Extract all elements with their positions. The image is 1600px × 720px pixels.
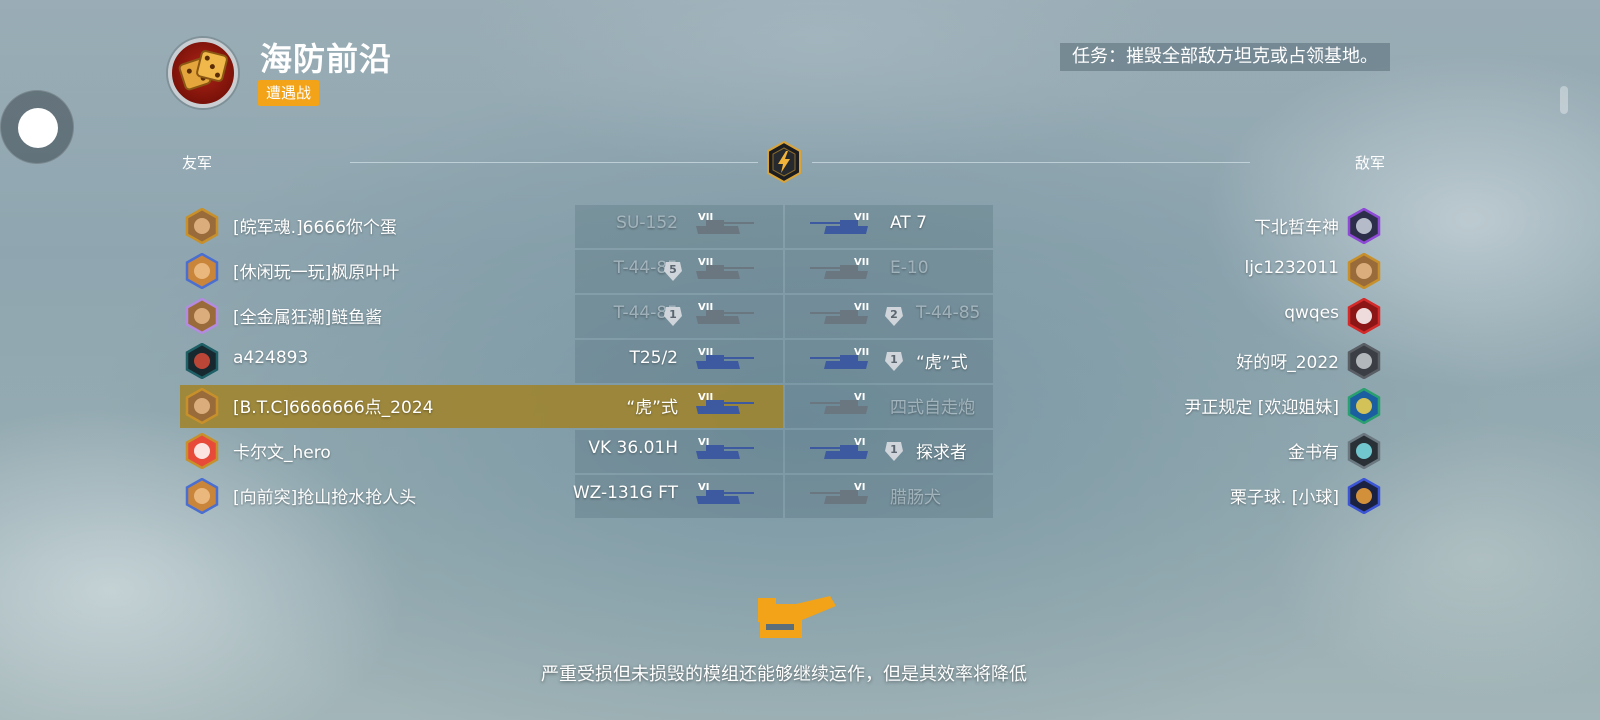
tank-tier-label: VII bbox=[698, 392, 714, 403]
tank-tier-label: VII bbox=[854, 302, 870, 313]
enemy-tank-name: “虎”式 bbox=[916, 353, 968, 373]
enemy-tank-name: E-10 bbox=[890, 258, 929, 278]
ally-avatar-icon[interactable] bbox=[184, 432, 220, 470]
platoon-badge-icon: 1 bbox=[884, 440, 904, 462]
enemy-tank-name: AT 7 bbox=[890, 213, 927, 233]
ally-avatar-icon[interactable] bbox=[184, 387, 220, 425]
tank-tier-label: VII bbox=[854, 212, 870, 223]
battle-mode-badge: 遭遇战 bbox=[258, 80, 320, 106]
enemy-avatar-icon[interactable] bbox=[1346, 432, 1382, 470]
platoon-number: 2 bbox=[890, 308, 898, 321]
tank-tier-label: VI bbox=[854, 437, 866, 448]
ally-player-name[interactable]: [全金属狂潮]鲢鱼酱 bbox=[233, 303, 382, 328]
platoon-badge-icon: 2 bbox=[884, 305, 904, 327]
mission-text: 任务：摧毁全部敌方坦克或占领基地。 bbox=[1060, 43, 1390, 71]
roster-row: a424893 T25/2 VII VII 1 “虎”式 好的呀_2022 bbox=[0, 339, 1600, 384]
enemy-avatar-icon[interactable] bbox=[1346, 297, 1382, 335]
ally-player-name[interactable]: a424893 bbox=[233, 348, 308, 368]
enemy-player-name[interactable]: 金书有 bbox=[1288, 438, 1339, 463]
platoon-number: 1 bbox=[890, 443, 898, 456]
ally-tank-name: “虎”式 bbox=[626, 398, 678, 418]
tank-tier-label: VI bbox=[854, 392, 866, 403]
enemies-label: 敌军 bbox=[1354, 154, 1385, 172]
allies-label: 友军 bbox=[182, 154, 213, 172]
tank-tier-label: VII bbox=[698, 302, 714, 313]
ally-avatar-icon[interactable] bbox=[184, 477, 220, 515]
record-button[interactable] bbox=[0, 90, 74, 164]
ally-tank-name: T25/2 bbox=[629, 348, 678, 368]
ally-avatar-icon[interactable] bbox=[184, 252, 220, 290]
platoon-badge-icon: 1 bbox=[884, 350, 904, 372]
tank-tier-label: VII bbox=[698, 212, 714, 223]
tank-tier-label: VI bbox=[698, 482, 710, 493]
roster-row: [全金属狂潮]鲢鱼酱 T-44-85 1 VII VII 2 T-44-85 qwqes bbox=[0, 294, 1600, 339]
enemy-avatar-icon[interactable] bbox=[1346, 252, 1382, 290]
tank-tier-label: VII bbox=[698, 257, 714, 268]
enemy-avatar-icon[interactable] bbox=[1346, 207, 1382, 245]
roster-row: [休闲玩一玩]枫原叶叶 T-44-85 5 VII VII E-10 ljc1232011 bbox=[0, 249, 1600, 294]
tank-tier-label: VI bbox=[854, 482, 866, 493]
roster-row: 卡尔文_hero VK 36.01H VI VI 1 探求者 金书有 bbox=[0, 429, 1600, 474]
platoon-number: 1 bbox=[669, 308, 677, 321]
ally-tank-name: SU-152 bbox=[616, 213, 678, 233]
divider-left bbox=[350, 162, 758, 163]
enemy-player-name[interactable]: 下北哲车神 bbox=[1254, 213, 1339, 238]
map-title: 海防前沿 bbox=[260, 40, 393, 78]
enemy-avatar-icon[interactable] bbox=[1346, 342, 1382, 380]
enemy-player-name[interactable]: qwqes bbox=[1284, 303, 1339, 323]
lightning-shield-icon bbox=[767, 140, 801, 184]
ally-avatar-icon[interactable] bbox=[184, 207, 220, 245]
battle-mode-dice-icon bbox=[168, 38, 238, 108]
ally-player-name[interactable]: [皖军魂.]6666你个蛋 bbox=[233, 213, 397, 238]
record-dot-icon bbox=[18, 108, 58, 148]
ally-player-name[interactable]: [休闲玩一玩]枫原叶叶 bbox=[233, 258, 399, 283]
enemy-player-name[interactable]: ljc1232011 bbox=[1244, 258, 1339, 278]
ally-avatar-icon[interactable] bbox=[184, 297, 220, 335]
roster-row: [B.T.C]6666666点_2024 “虎”式 VII VI 四式自走炮 尹正规定 [… bbox=[0, 384, 1600, 429]
damaged-module-icon bbox=[758, 596, 836, 638]
side-handle bbox=[1560, 86, 1568, 114]
tank-tier-label: VII bbox=[698, 347, 714, 358]
ally-avatar-icon[interactable] bbox=[184, 342, 220, 380]
ally-tank-name: VK 36.01H bbox=[588, 438, 678, 458]
ally-player-name[interactable]: [B.T.C]6666666点_2024 bbox=[233, 393, 433, 418]
roster-row: [向前突]抢山抢水抢人头 WZ-131G FT VI VI 腊肠犬 栗子球. [小球] bbox=[0, 474, 1600, 519]
hint-text: 严重受损但未损毁的模组还能够继续运作，但是其效率将降低 bbox=[541, 664, 1027, 685]
enemy-player-name[interactable]: 尹正规定 [欢迎姐妹] bbox=[1184, 393, 1339, 418]
enemy-player-name[interactable]: 栗子球. [小球] bbox=[1230, 483, 1339, 508]
platoon-number: 1 bbox=[890, 353, 898, 366]
tank-tier-label: VII bbox=[854, 257, 870, 268]
platoon-badge-icon: 1 bbox=[663, 305, 683, 327]
ally-tank-name: WZ-131G FT bbox=[572, 483, 678, 503]
roster-row: [皖军魂.]6666你个蛋 SU-152 VII VII AT 7 下北哲车神 bbox=[0, 204, 1600, 249]
platoon-number: 5 bbox=[669, 263, 677, 276]
tank-tier-label: VII bbox=[854, 347, 870, 358]
enemy-tank-name: 探求者 bbox=[916, 443, 967, 463]
enemy-player-name[interactable]: 好的呀_2022 bbox=[1236, 348, 1339, 373]
ally-player-name[interactable]: [向前突]抢山抢水抢人头 bbox=[233, 483, 416, 508]
enemy-tank-name: 四式自走炮 bbox=[890, 398, 975, 418]
enemy-avatar-icon[interactable] bbox=[1346, 387, 1382, 425]
divider-right bbox=[812, 162, 1250, 163]
ally-player-name[interactable]: 卡尔文_hero bbox=[233, 438, 331, 463]
enemy-avatar-icon[interactable] bbox=[1346, 477, 1382, 515]
enemy-tank-name: T-44-85 bbox=[916, 303, 981, 323]
platoon-badge-icon: 5 bbox=[663, 260, 683, 282]
tank-tier-label: VI bbox=[698, 437, 710, 448]
enemy-tank-name: 腊肠犬 bbox=[890, 488, 941, 508]
